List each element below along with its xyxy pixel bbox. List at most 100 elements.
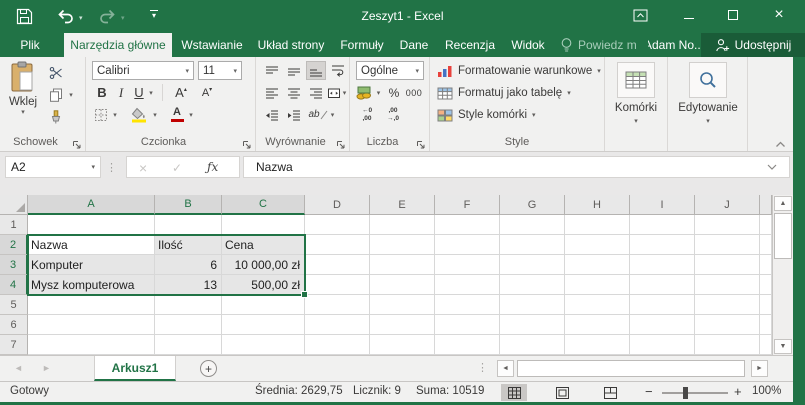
underline-button[interactable]: U bbox=[132, 83, 146, 102]
cell[interactable] bbox=[370, 275, 435, 295]
column-header-partial[interactable] bbox=[760, 195, 772, 215]
wrap-text-button[interactable] bbox=[328, 61, 348, 80]
cell[interactable] bbox=[370, 295, 435, 315]
column-header-d[interactable]: D bbox=[305, 195, 370, 215]
number-format-combo[interactable]: Ogólne ▾ bbox=[356, 61, 424, 80]
tab-formuly[interactable]: Formuły bbox=[334, 33, 390, 57]
name-box[interactable]: A2 ▾ bbox=[5, 156, 101, 178]
maximize-button[interactable] bbox=[716, 0, 750, 30]
borders-button[interactable] bbox=[92, 105, 110, 124]
cell[interactable] bbox=[760, 315, 772, 335]
zoom-level[interactable]: 100% bbox=[752, 385, 781, 397]
cells-button[interactable]: Komórki ▾ bbox=[613, 62, 659, 125]
cell[interactable] bbox=[155, 315, 222, 335]
cell[interactable] bbox=[500, 275, 565, 295]
cell[interactable] bbox=[630, 275, 695, 295]
cell[interactable] bbox=[305, 235, 370, 255]
font-color-dropdown[interactable]: ▾ bbox=[186, 105, 196, 124]
cell-b3[interactable]: 6 bbox=[155, 255, 222, 275]
row-header-4[interactable]: 4 bbox=[0, 275, 28, 295]
cell[interactable] bbox=[500, 235, 565, 255]
row-header-2[interactable]: 2 bbox=[0, 235, 28, 255]
select-all-button[interactable] bbox=[0, 195, 28, 215]
cell[interactable] bbox=[695, 235, 760, 255]
paste-button[interactable]: Wklej ▾ bbox=[3, 61, 43, 116]
cell[interactable] bbox=[695, 275, 760, 295]
grow-font-button[interactable]: A ▴ bbox=[170, 83, 192, 102]
ribbon-display-options-button[interactable] bbox=[623, 0, 657, 30]
minimize-button[interactable] bbox=[672, 0, 706, 30]
orientation-dropdown[interactable]: ▾ bbox=[328, 105, 337, 124]
cell[interactable] bbox=[435, 335, 500, 355]
tab-scrollbar-splitter[interactable]: ⋮ bbox=[477, 361, 488, 374]
cell[interactable] bbox=[370, 255, 435, 275]
vertical-scrollbar[interactable]: ▲ ▼ bbox=[772, 195, 793, 355]
cell[interactable] bbox=[222, 215, 305, 235]
zoom-in-button[interactable]: + bbox=[734, 384, 742, 399]
normal-view-button[interactable] bbox=[501, 384, 527, 401]
formula-input[interactable]: Nazwa bbox=[243, 156, 790, 178]
cell[interactable] bbox=[500, 315, 565, 335]
align-center-button[interactable] bbox=[284, 83, 304, 102]
scroll-left-button[interactable]: ◄ bbox=[497, 360, 514, 377]
accounting-format-button[interactable] bbox=[354, 83, 374, 102]
cell-styles-button[interactable]: Style komórki ▾ bbox=[437, 105, 536, 125]
cell[interactable] bbox=[435, 315, 500, 335]
cell-a3[interactable]: Komputer bbox=[28, 255, 155, 275]
cell[interactable] bbox=[28, 295, 155, 315]
clipboard-dialog-launcher[interactable] bbox=[72, 137, 82, 149]
cell[interactable] bbox=[630, 255, 695, 275]
collapse-ribbon-button[interactable] bbox=[775, 135, 786, 153]
zoom-slider-track[interactable] bbox=[662, 392, 728, 394]
cell[interactable] bbox=[435, 215, 500, 235]
tab-narzedzia-glowne[interactable]: Narzędzia główne bbox=[64, 33, 172, 57]
align-right-button[interactable] bbox=[306, 83, 326, 102]
tell-me-box[interactable]: Powiedz m bbox=[560, 33, 644, 57]
cell[interactable] bbox=[155, 335, 222, 355]
tab-uklad-strony[interactable]: Układ strony bbox=[252, 33, 330, 57]
align-middle-button[interactable] bbox=[284, 61, 304, 80]
cell[interactable] bbox=[630, 315, 695, 335]
cell[interactable] bbox=[370, 215, 435, 235]
font-color-button[interactable]: A bbox=[168, 105, 186, 124]
page-break-preview-button[interactable] bbox=[597, 384, 623, 401]
cell[interactable] bbox=[370, 235, 435, 255]
comma-style-button[interactable]: 000 bbox=[404, 83, 424, 102]
cell-b4[interactable]: 13 bbox=[155, 275, 222, 295]
font-size-combo[interactable]: 11 ▾ bbox=[198, 61, 242, 80]
cell[interactable] bbox=[370, 335, 435, 355]
cell[interactable] bbox=[760, 215, 772, 235]
increase-indent-button[interactable] bbox=[284, 105, 304, 124]
fill-handle[interactable] bbox=[301, 291, 308, 298]
close-button[interactable]: × bbox=[762, 0, 796, 30]
cell[interactable] bbox=[155, 215, 222, 235]
cell-c2[interactable]: Cena bbox=[222, 235, 305, 255]
cell[interactable] bbox=[760, 275, 772, 295]
cell[interactable] bbox=[28, 315, 155, 335]
align-bottom-button[interactable] bbox=[306, 61, 326, 80]
row-header-1[interactable]: 1 bbox=[0, 215, 28, 235]
share-button[interactable]: Udostępnij bbox=[701, 33, 805, 57]
cell[interactable] bbox=[305, 335, 370, 355]
cell[interactable] bbox=[500, 335, 565, 355]
conditional-formatting-button[interactable]: Formatowanie warunkowe ▾ bbox=[437, 61, 601, 81]
account-name[interactable]: Adam No... bbox=[648, 33, 700, 57]
cell[interactable] bbox=[28, 215, 155, 235]
fill-color-button[interactable] bbox=[128, 105, 150, 124]
row-header-6[interactable]: 6 bbox=[0, 315, 28, 335]
number-dialog-launcher[interactable] bbox=[416, 137, 426, 149]
column-header-h[interactable]: H bbox=[565, 195, 630, 215]
font-dialog-launcher[interactable] bbox=[242, 137, 252, 149]
bold-button[interactable]: B bbox=[94, 83, 110, 102]
cell[interactable] bbox=[565, 235, 630, 255]
cell[interactable] bbox=[565, 215, 630, 235]
cell[interactable] bbox=[222, 295, 305, 315]
cell[interactable] bbox=[565, 255, 630, 275]
alignment-dialog-launcher[interactable] bbox=[336, 137, 346, 149]
column-header-a[interactable]: A bbox=[28, 195, 155, 215]
cell[interactable] bbox=[695, 215, 760, 235]
new-sheet-button[interactable]: + bbox=[200, 360, 217, 377]
cell-c4[interactable]: 500,00 zł bbox=[222, 275, 305, 295]
cell[interactable] bbox=[222, 315, 305, 335]
scroll-right-button[interactable]: ► bbox=[751, 360, 768, 377]
